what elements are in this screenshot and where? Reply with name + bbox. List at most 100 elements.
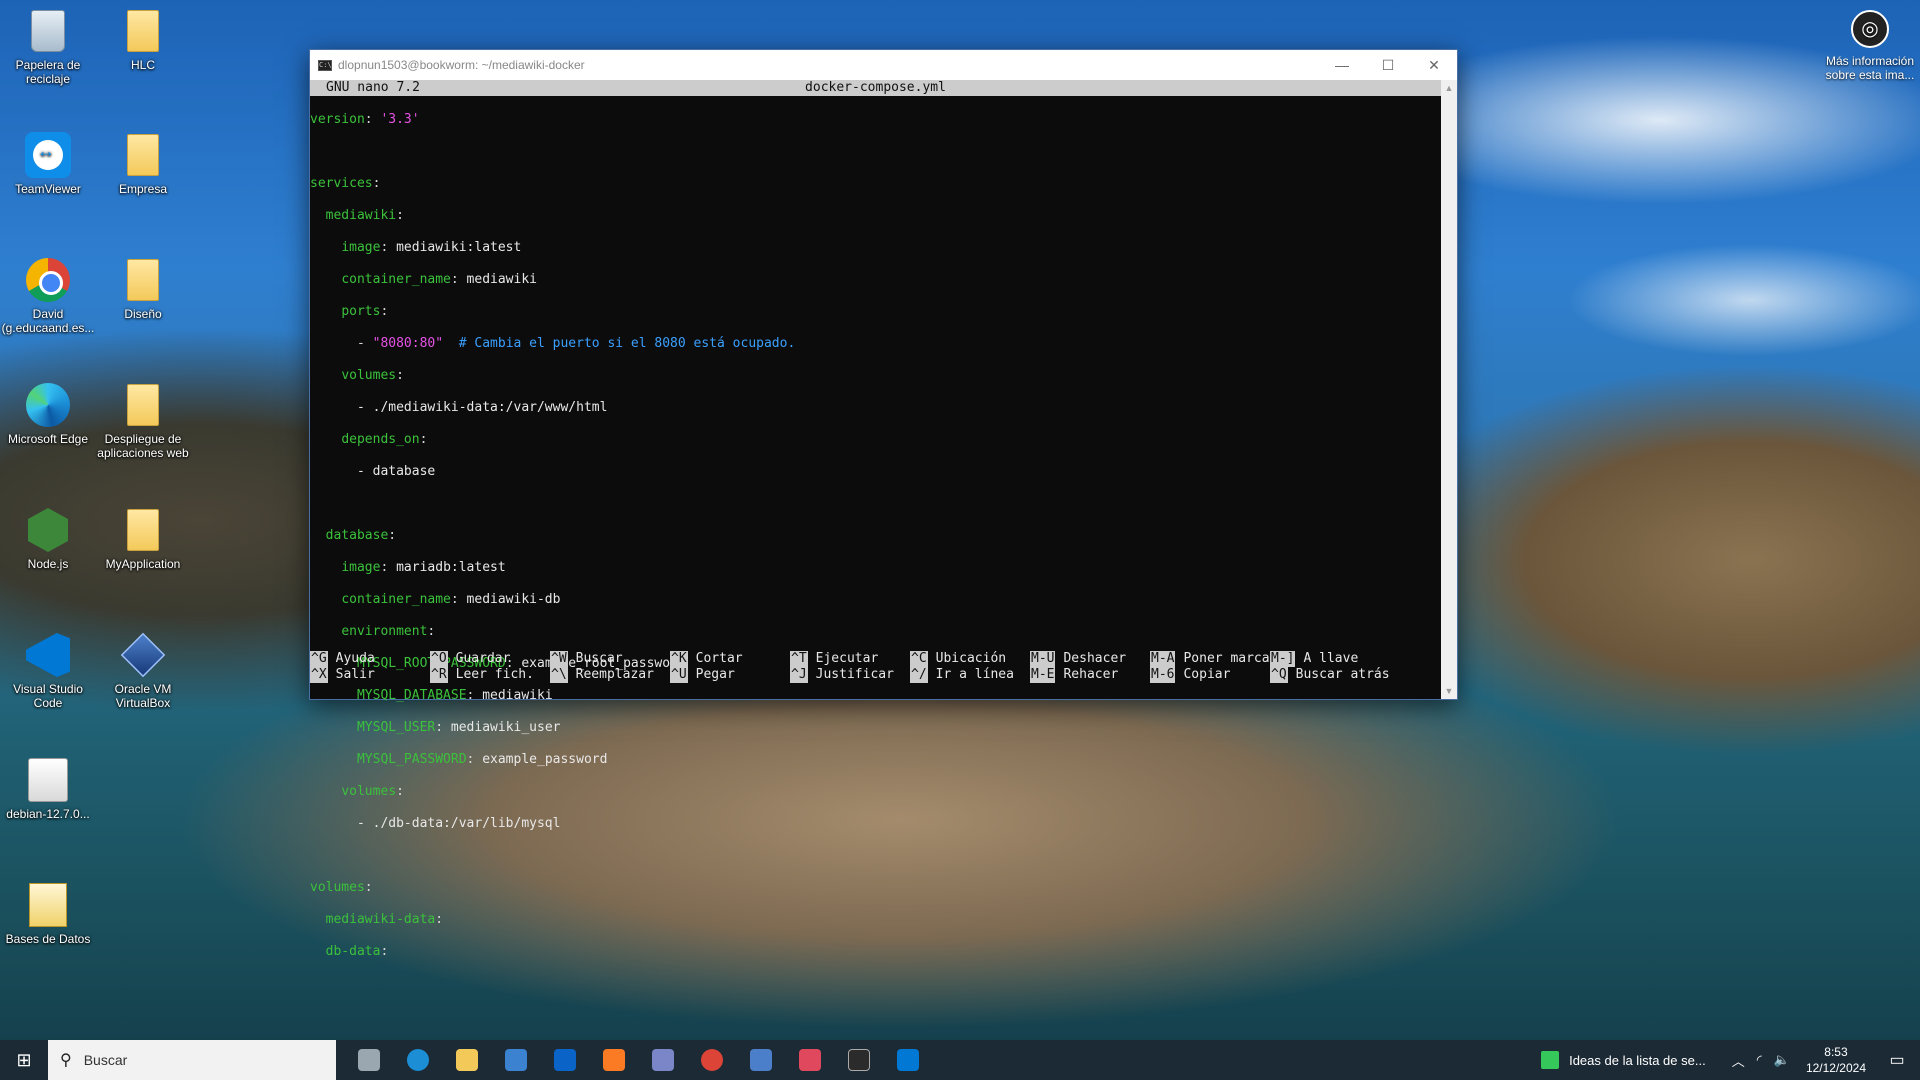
chrome-icon [700, 1049, 723, 1071]
shortcut-label: Buscar atrás [1295, 667, 1390, 682]
shortcut-key: ^C [910, 651, 928, 667]
desktop-icon-vscode[interactable]: Visual Studio Code [2, 632, 94, 710]
taskbar-app-chrome[interactable] [687, 1040, 736, 1080]
taskbar-app-virtualbox[interactable] [736, 1040, 785, 1080]
taskbar-app-edge[interactable] [393, 1040, 442, 1080]
edge-icon [406, 1049, 429, 1071]
windows-start-icon[interactable]: ⊞ [0, 1040, 48, 1080]
desktop-icon-empresa[interactable]: Empresa [97, 132, 189, 196]
window-titlebar[interactable]: C:\ dlopnun1503@bookworm: ~/mediawiki-do… [310, 50, 1457, 80]
minimize-button[interactable]: — [1319, 50, 1365, 80]
shortcut-item: ^T Ejecutar [790, 651, 910, 667]
code-line: services: [310, 176, 381, 191]
desktop-icon-recycle-bin[interactable]: Papelera de reciclaje [2, 8, 94, 86]
taskbar-app-screen-recorder[interactable] [785, 1040, 834, 1080]
desktop-icon-myapplication[interactable]: MyApplication [97, 507, 189, 571]
code-line: mediawiki-data: [325, 912, 444, 927]
code-line: image: mariadb:latest [341, 560, 506, 575]
shortcut-key: ^Q [1270, 667, 1288, 683]
terminal-window[interactable]: C:\ dlopnun1503@bookworm: ~/mediawiki-do… [309, 49, 1458, 959]
recycle-bin-icon [25, 8, 71, 54]
desktop-icon-label: David (g.educaand.es... [1, 307, 95, 335]
code-line: - "8080:80" # Cambia el puerto si el 808… [310, 336, 796, 351]
desktop-icon-label: Despliegue de aplicaciones web [97, 432, 189, 460]
taskbar-app-task-view[interactable] [344, 1040, 393, 1080]
desktop-icon-diseno[interactable]: Diseño [97, 257, 189, 321]
code-line: version: '3.3' [310, 112, 420, 127]
taskbar-app-xampp[interactable] [589, 1040, 638, 1080]
shortcut-item: ^G Ayuda [310, 651, 430, 667]
shortcut-item: ^W Buscar [550, 651, 670, 667]
shortcut-item: M-U Deshacer [1030, 651, 1150, 667]
taskbar: ⊞ ⚲ Buscar Ideas de la lista de se... ︿ … [0, 1040, 1920, 1080]
news-widget[interactable]: Ideas de la lista de se... [1541, 1051, 1706, 1069]
code-line: - ./mediawiki-data:/var/www/html [356, 400, 608, 415]
virtualbox-icon [749, 1049, 772, 1071]
shortcut-key: ^X [310, 667, 328, 683]
shortcut-item: M-E Rehacer [1030, 667, 1150, 683]
file-explorer-icon [455, 1049, 478, 1071]
spotlight-info-widget[interactable]: ◎ Más información sobre esta ima... [1820, 10, 1920, 82]
shortcut-key: ^O [430, 651, 448, 667]
desktop-icon-hlc[interactable]: HLC [97, 8, 189, 72]
code-line: MYSQL_PASSWORD: example_password [356, 752, 608, 767]
shortcut-label: Ayuda [335, 651, 375, 666]
shortcut-item: ^U Pegar [670, 667, 790, 683]
desktop-icon-chrome-profile[interactable]: David (g.educaand.es... [2, 257, 94, 335]
code-line: database: [325, 528, 397, 543]
shortcut-key: M-A [1150, 651, 1176, 667]
shortcut-item: ^K Cortar [670, 651, 790, 667]
search-placeholder: Buscar [83, 1052, 128, 1068]
nano-header: GNU nano 7.2 docker-compose.yml [310, 80, 1441, 96]
screen-recorder-icon [798, 1049, 821, 1071]
shortcut-item: ^\ Reemplazar [550, 667, 670, 683]
shortcut-label: Pegar [695, 667, 735, 682]
desktop-icon-label: Oracle VM VirtualBox [114, 682, 172, 710]
taskbar-search-box[interactable]: ⚲ Buscar [48, 1040, 336, 1080]
scroll-up-arrow-icon[interactable]: ▲ [1441, 80, 1457, 96]
network-icon[interactable]: ◜ [1757, 1052, 1762, 1068]
shortcut-item: ^R Leer fich. [430, 667, 550, 683]
desktop-icon-virtualbox[interactable]: Oracle VM VirtualBox [97, 632, 189, 710]
taskbar-app-store[interactable] [491, 1040, 540, 1080]
outlook-icon [553, 1049, 576, 1071]
notification-icon[interactable]: ▭ [1882, 1050, 1912, 1070]
maximize-button[interactable]: ☐ [1365, 50, 1411, 80]
desktop-icon-bases-de-datos[interactable]: Bases de Datos [2, 882, 94, 946]
chevron-up-icon[interactable]: ︿ [1732, 1051, 1745, 1070]
shortcut-label: Ir a línea [935, 667, 1014, 682]
close-button[interactable]: ✕ [1411, 50, 1457, 80]
shortcut-label: Buscar [575, 651, 623, 666]
code-line: volumes: [341, 784, 404, 799]
scroll-down-arrow-icon[interactable]: ▼ [1441, 683, 1457, 699]
taskbar-app-file-explorer[interactable] [442, 1040, 491, 1080]
nano-shortcut-bar: ^G Ayuda ^O Guardar ^W Buscar ^K Cortar ^T Ejecut… [310, 651, 1443, 683]
task-view-icon [357, 1049, 380, 1071]
desktop-icon-teamviewer[interactable]: TeamViewer [2, 132, 94, 196]
shortcut-key: ^W [550, 651, 568, 667]
desktop-icon-despliegue[interactable]: Despliegue de aplicaciones web [97, 382, 189, 460]
shortcut-item: M-] A llave [1270, 651, 1390, 667]
taskbar-app-snipping-tool[interactable] [638, 1040, 687, 1080]
database-file-icon [25, 882, 71, 928]
clock[interactable]: 8:53 12/12/2024 [1806, 1044, 1866, 1076]
terminal-app-icon: C:\ [318, 59, 332, 71]
shortcut-item: ^O Guardar [430, 651, 550, 667]
shortcut-item: ^/ Ir a línea [910, 667, 1030, 683]
vertical-scrollbar[interactable]: ▲ ▼ [1441, 80, 1457, 699]
desktop-icon-label: MyApplication [105, 557, 181, 571]
system-tray: Ideas de la lista de se... ︿ ◜ 🔈 8:53 12… [1541, 1040, 1920, 1080]
disc-image-icon [25, 757, 71, 803]
taskbar-app-terminal[interactable] [834, 1040, 883, 1080]
taskbar-app-outlook[interactable] [540, 1040, 589, 1080]
desktop-icon-label: Diseño [124, 307, 162, 321]
desktop-icon-debian-iso[interactable]: debian-12.7.0... [2, 757, 94, 821]
desktop-icon-nodejs[interactable]: Node.js [2, 507, 94, 571]
desktop-icon-edge[interactable]: Microsoft Edge [2, 382, 94, 446]
code-content[interactable]: version: '3.3' services: mediawiki: imag… [310, 96, 1441, 992]
volume-muted-icon[interactable]: 🔈 [1774, 1052, 1790, 1068]
nano-editor[interactable]: GNU nano 7.2 docker-compose.yml version:… [310, 80, 1443, 959]
xampp-icon [602, 1049, 625, 1071]
taskbar-app-vscode[interactable] [883, 1040, 932, 1080]
